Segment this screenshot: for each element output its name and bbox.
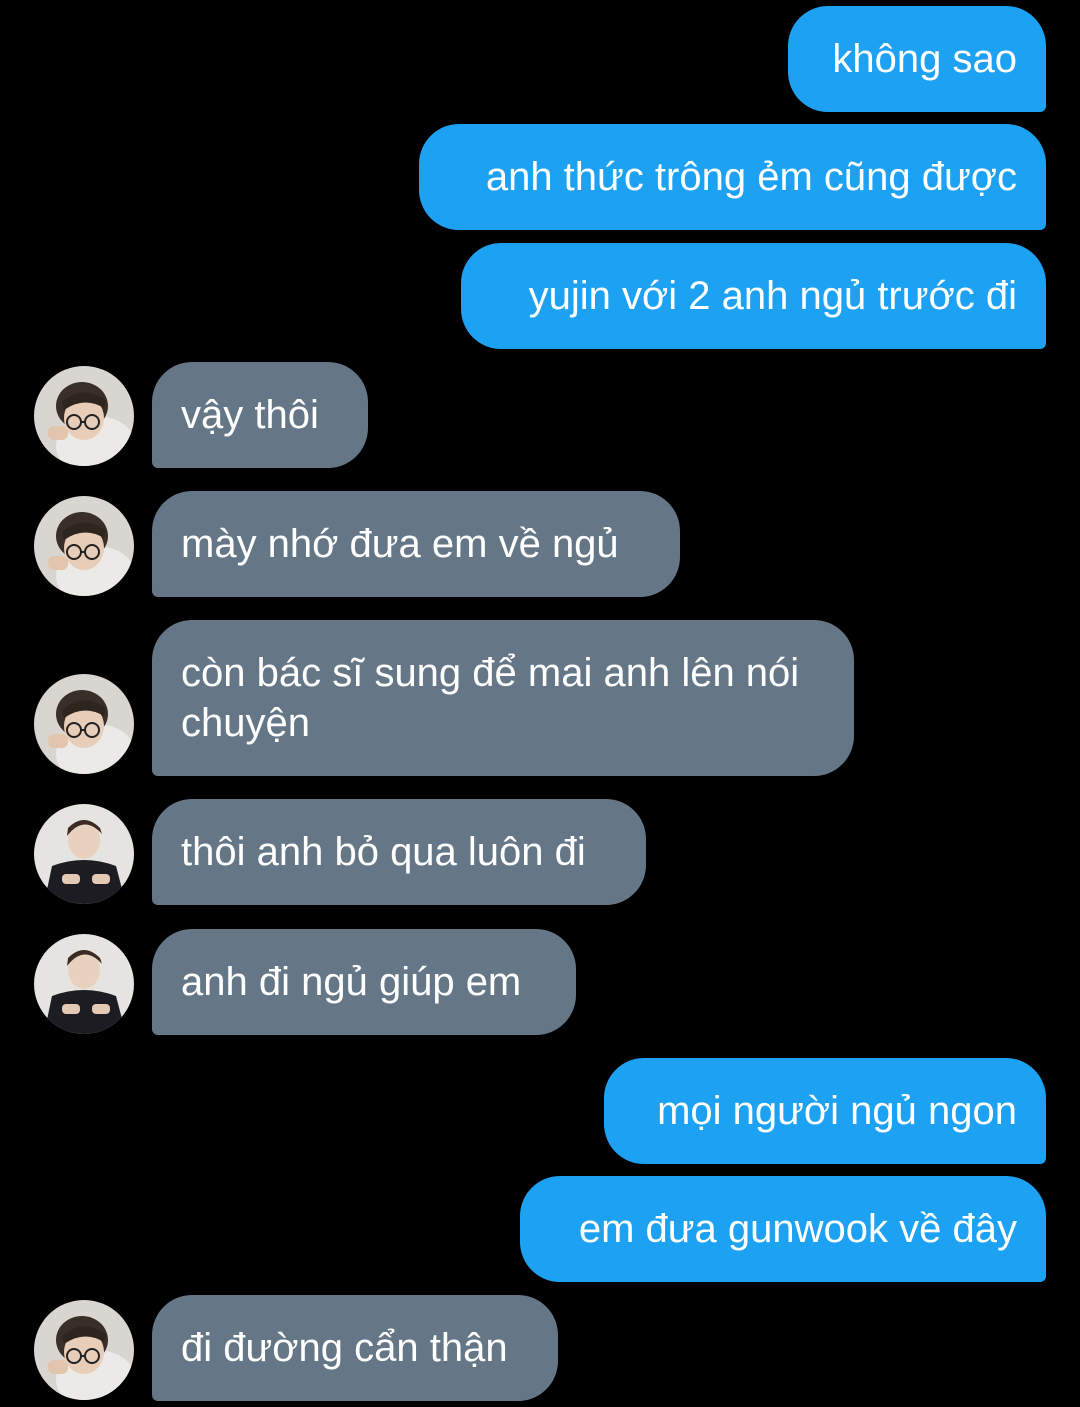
message-bubble-sent[interactable]: mọi người ngủ ngon [604,1058,1046,1164]
avatar-glasses-boy[interactable] [34,674,134,774]
message-bubble-sent[interactable]: anh thức trông ẻm cũng được [419,124,1046,230]
message-bubble-received[interactable]: đi đường cẩn thận [152,1295,558,1401]
message-bubble-sent[interactable]: em đưa gunwook về đây [520,1176,1046,1282]
avatar-glasses-boy[interactable] [34,496,134,596]
message-bubble-sent[interactable]: yujin với 2 anh ngủ trước đi [461,243,1046,349]
avatar-dark-jacket-boy[interactable] [34,804,134,904]
message-bubble-sent[interactable]: không sao [788,6,1046,112]
avatar-dark-jacket-boy[interactable] [34,934,134,1034]
avatar-glasses-boy[interactable] [34,1300,134,1400]
message-bubble-received[interactable]: mày nhớ đưa em về ngủ [152,491,680,597]
message-bubble-received[interactable]: thôi anh bỏ qua luôn đi [152,799,646,905]
message-bubble-received[interactable]: còn bác sĩ sung để mai anh lên nói chuyệ… [152,620,854,776]
avatar-glasses-boy[interactable] [34,366,134,466]
message-bubble-received[interactable]: vậy thôi [152,362,368,468]
message-bubble-received[interactable]: anh đi ngủ giúp em [152,929,576,1035]
